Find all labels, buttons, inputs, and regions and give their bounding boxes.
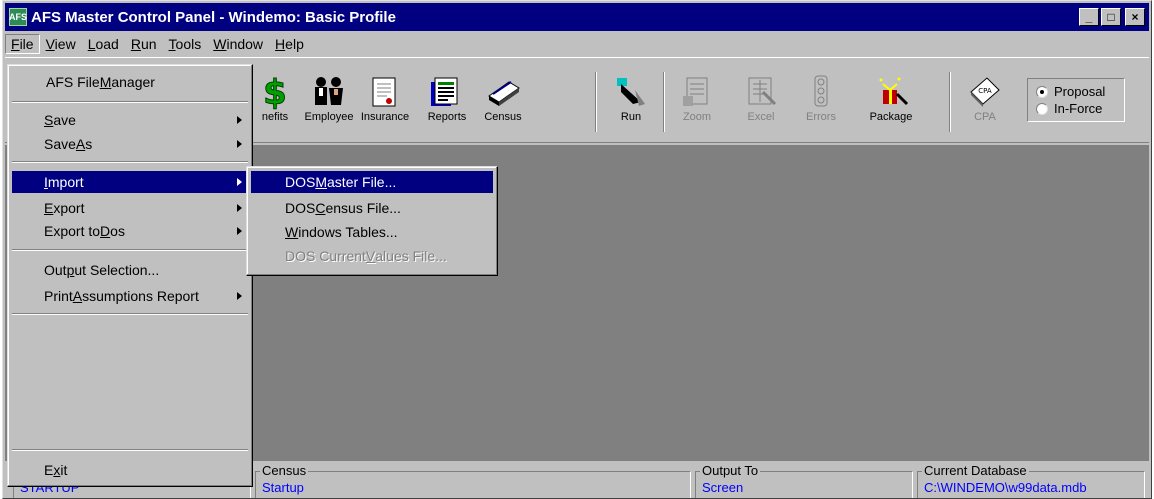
menu-item-print-assumptions-report[interactable]: Print Assumptions Report xyxy=(12,285,248,307)
proposal-radio[interactable] xyxy=(1036,85,1048,98)
menu-load[interactable]: Load xyxy=(82,34,125,54)
file-menu: AFS File Manager Save Save As Import Exp… xyxy=(7,64,253,487)
benefits-icon: $ xyxy=(255,74,295,110)
proposal-radio-option[interactable]: Proposal xyxy=(1036,83,1116,100)
zoom-icon xyxy=(677,74,717,110)
menu-run[interactable]: Run xyxy=(125,34,163,54)
close-button[interactable]: × xyxy=(1125,8,1145,26)
status-database-label: Current Database xyxy=(922,463,1029,478)
package-label: Package xyxy=(869,111,913,123)
menu-help[interactable]: Help xyxy=(269,34,310,54)
menu-separator xyxy=(12,449,248,451)
insurance-icon xyxy=(365,74,405,110)
submenu-arrow-icon xyxy=(237,140,242,148)
cpa-button[interactable]: CPA CPA xyxy=(955,74,1015,132)
employee-button[interactable]: Employee xyxy=(299,74,359,132)
run-icon xyxy=(611,74,651,110)
toolbar-separator xyxy=(663,72,665,132)
in-force-label: In-Force xyxy=(1054,101,1103,116)
menu-window[interactable]: Window xyxy=(207,34,269,54)
menu-item-save-as[interactable]: Save As xyxy=(12,133,248,155)
excel-label: Excel xyxy=(747,111,775,123)
status-census-label: Census xyxy=(260,463,309,478)
cpa-icon: CPA xyxy=(965,74,1005,110)
menu-item-export-to-dos[interactable]: Export to Dos xyxy=(12,220,248,242)
menu-item-output-selection[interactable]: Out p ut Selection... xyxy=(12,259,248,281)
menu-separator xyxy=(12,101,248,103)
insurance-label: Insurance xyxy=(360,111,410,123)
submenu-arrow-icon xyxy=(237,116,242,124)
menu-item-exit[interactable]: Ex it xyxy=(12,459,248,481)
maximize-button[interactable]: □ xyxy=(1101,8,1121,26)
status-census-value: Startup xyxy=(262,480,304,495)
benefits-button[interactable]: $ nefits xyxy=(245,74,305,132)
submenu-arrow-icon xyxy=(237,227,242,235)
package-icon xyxy=(871,74,911,110)
status-group-output: Output To Screen xyxy=(695,463,913,498)
employee-label: Employee xyxy=(304,111,354,123)
app-icon[interactable]: AFS xyxy=(9,8,27,26)
svg-text:CPA: CPA xyxy=(978,87,992,95)
excel-button[interactable]: Excel xyxy=(731,74,791,132)
reports-label: Reports xyxy=(427,111,467,123)
run-button[interactable]: Run xyxy=(601,74,661,132)
insurance-button[interactable]: Insurance xyxy=(355,74,415,132)
benefits-label: nefits xyxy=(261,111,289,123)
menu-file[interactable]: File xyxy=(5,34,40,54)
menu-view[interactable]: View xyxy=(40,34,82,54)
zoom-label: Zoom xyxy=(682,111,712,123)
menu-item-export[interactable]: Export xyxy=(12,197,248,219)
cpa-label: CPA xyxy=(974,111,996,123)
close-icon: × xyxy=(1131,10,1139,24)
menu-item-afs-file-manager[interactable]: AFS File Manager xyxy=(12,71,248,93)
menu-separator xyxy=(12,161,248,163)
census-button[interactable]: Census xyxy=(473,74,533,132)
status-group-database: Current Database C:\WINDEMO\w99data.mdb xyxy=(917,463,1145,498)
maximize-icon: □ xyxy=(1107,10,1115,24)
minimize-button[interactable]: _ xyxy=(1079,8,1099,26)
status-output-value: Screen xyxy=(702,480,744,495)
excel-icon xyxy=(741,74,781,110)
menu-tools[interactable]: Tools xyxy=(163,34,208,54)
submenu-arrow-icon xyxy=(237,204,242,212)
window-title: AFS Master Control Panel - Windemo: Basi… xyxy=(31,8,396,26)
menu-bar: File View Load Run Tools Window Help xyxy=(5,33,1149,55)
menu-item-windows-tables[interactable]: Windows Tables... xyxy=(251,221,493,243)
submenu-arrow-icon xyxy=(237,178,242,186)
employee-icon xyxy=(309,74,349,110)
menu-item-dos-census-file[interactable]: DOS Census File... xyxy=(251,197,493,219)
census-label: Census xyxy=(484,111,522,123)
status-database-value: C:\WINDEMO\w99data.mdb xyxy=(924,480,1087,495)
menu-separator xyxy=(12,249,248,251)
package-button[interactable]: Package xyxy=(861,74,921,132)
errors-icon xyxy=(801,74,841,110)
status-output-label: Output To xyxy=(700,463,761,478)
toolbar-separator xyxy=(595,72,597,132)
in-force-radio[interactable] xyxy=(1036,102,1048,115)
menu-separator xyxy=(12,313,248,315)
app-icon-text: AFS xyxy=(9,12,27,22)
reports-button[interactable]: Reports xyxy=(417,74,477,132)
title-bar[interactable]: AFS AFS Master Control Panel - Windemo: … xyxy=(5,3,1149,31)
proposal-label: Proposal xyxy=(1054,84,1106,99)
menu-item-dos-current-values-file[interactable]: DOS Current Values File... xyxy=(251,245,493,267)
errors-button[interactable]: Errors xyxy=(791,74,851,132)
import-submenu: DOS Master File... DOS Census File... Wi… xyxy=(246,166,498,276)
window-controls: _ □ × xyxy=(1079,8,1145,26)
svg-text:$: $ xyxy=(263,74,287,110)
census-icon xyxy=(483,74,523,110)
errors-label: Errors xyxy=(806,111,836,123)
minimize-icon: _ xyxy=(1085,10,1093,24)
menu-item-import[interactable]: Import xyxy=(12,171,248,193)
menu-item-dos-master-file[interactable]: DOS Master File... xyxy=(251,171,493,193)
status-group-census: Census Startup xyxy=(255,463,691,498)
submenu-arrow-icon xyxy=(237,292,242,300)
zoom-button[interactable]: Zoom xyxy=(667,74,727,132)
mode-radio-group: Proposal In-Force xyxy=(1027,78,1125,122)
reports-icon xyxy=(427,74,467,110)
run-label: Run xyxy=(620,111,642,123)
toolbar-separator xyxy=(949,72,951,132)
in-force-radio-option[interactable]: In-Force xyxy=(1036,100,1116,117)
menu-item-save[interactable]: Save xyxy=(12,109,248,131)
